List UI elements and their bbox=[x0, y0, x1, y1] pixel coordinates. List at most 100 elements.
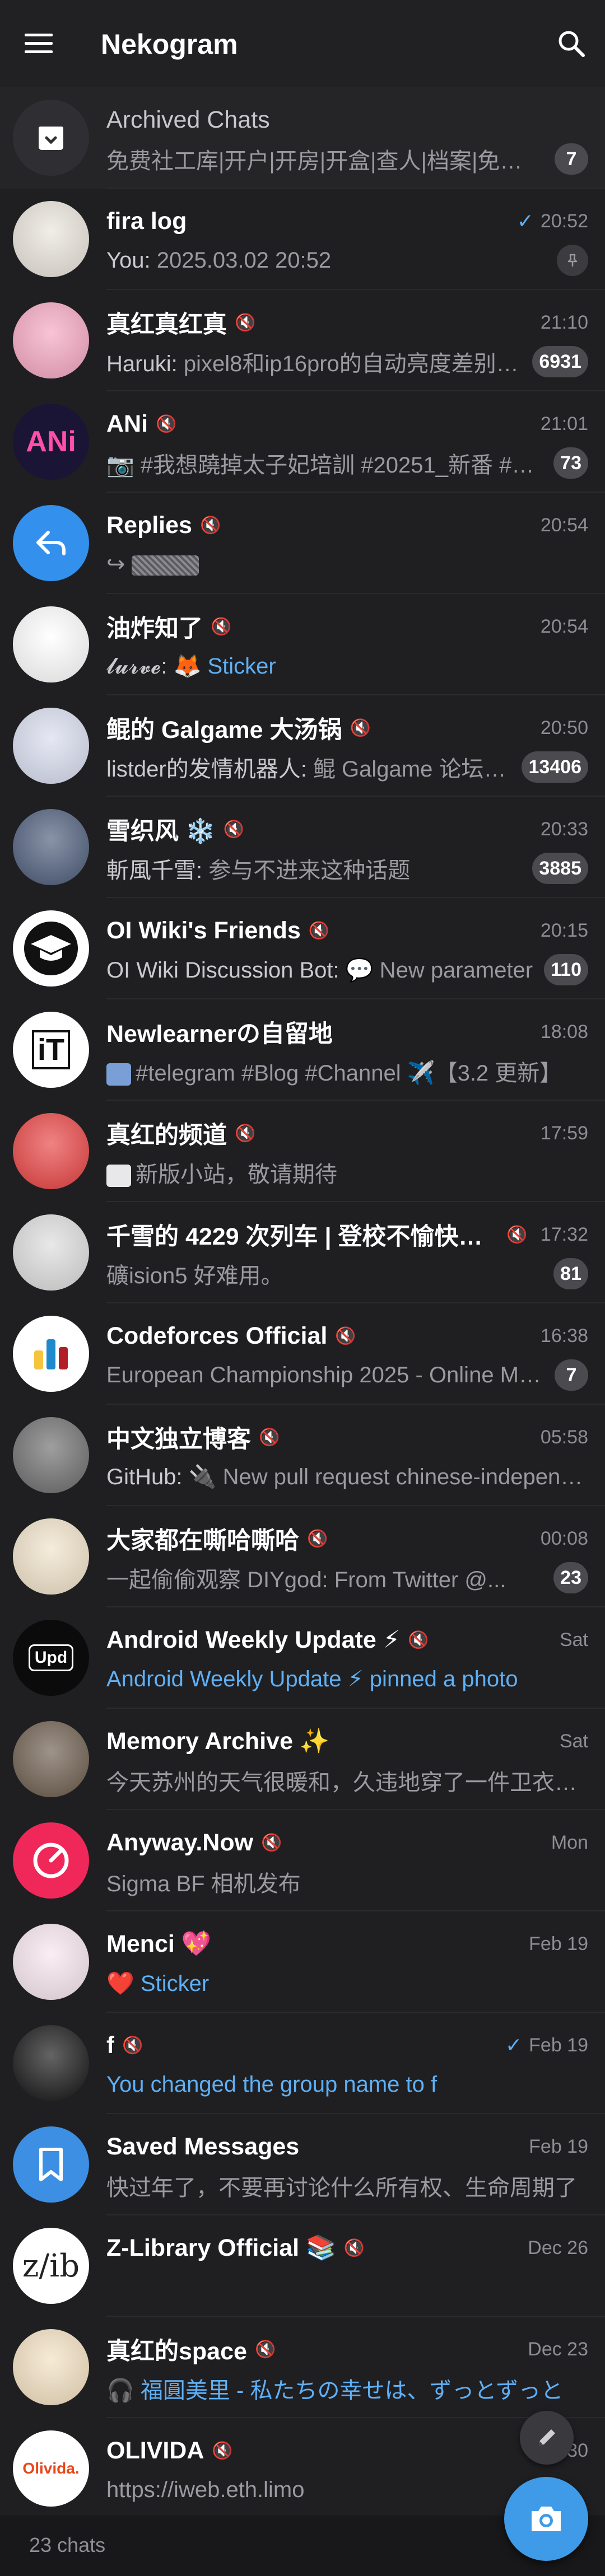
menu-button[interactable] bbox=[12, 17, 66, 71]
chat-title-line: Memory Archive ✨ Sat bbox=[106, 1726, 588, 1757]
compose-button[interactable] bbox=[520, 2411, 574, 2465]
avatar[interactable]: iT bbox=[13, 1012, 89, 1088]
chat-title-line: Archived Chats bbox=[106, 104, 588, 135]
chat-row[interactable]: 真红真红真 🔇 21:10 Haruki: pixel8和ip16pro的自动亮度差别… bbox=[0, 290, 605, 391]
mute-icon: 🔇 bbox=[254, 2340, 276, 2359]
chat-row[interactable]: f 🔇 ✓ Feb 19 You changed the group name to f bbox=[0, 2013, 605, 2114]
chat-preview: You changed the group name to f bbox=[106, 2072, 438, 2097]
chat-preview-text: 2025.03.02 20:52 bbox=[156, 247, 332, 273]
avatar[interactable] bbox=[13, 1417, 89, 1493]
avatar[interactable] bbox=[13, 910, 89, 987]
avatar[interactable] bbox=[13, 2025, 89, 2101]
chat-preview-line: 快过年了，不要再讨论什么所有权、生命周期了 bbox=[106, 2170, 588, 2201]
chat-time: ✓ Feb 19 bbox=[505, 2033, 588, 2057]
avatar[interactable] bbox=[13, 1113, 89, 1189]
avatar[interactable] bbox=[13, 100, 89, 176]
chat-preview-line: 礦ision5 好难用。 81 bbox=[106, 1258, 588, 1289]
chat-row[interactable]: 雪织风 ❄️ 🔇 20:33 斬風千雪: 参与不进来这种话题 3885 bbox=[0, 797, 605, 898]
avatar[interactable] bbox=[13, 809, 89, 885]
search-button[interactable] bbox=[544, 17, 598, 71]
chat-time: 20:50 bbox=[541, 717, 588, 739]
mute-icon: 🔇 bbox=[199, 516, 221, 535]
chat-time-text: 17:32 bbox=[540, 1223, 588, 1245]
avatar[interactable] bbox=[13, 1316, 89, 1392]
chat-time: 21:10 bbox=[541, 312, 588, 334]
avatar[interactable] bbox=[13, 302, 89, 378]
chat-sender: You: bbox=[106, 247, 157, 273]
chat-row[interactable]: 油炸知了 🔇 20:54 𝓵𝓾𝓻𝓿𝓮: 🦊 Sticker bbox=[0, 594, 605, 695]
chat-preview-line: Sigma BF 相机发布 bbox=[106, 1866, 588, 1897]
chat-title: 中文独立博客 bbox=[106, 1426, 251, 1453]
chat-time: 20:54 bbox=[541, 616, 588, 638]
chat-row[interactable]: 真红的space 🔇 Dec 23 🎧 福圓美里 - 私たちの幸せは、ずっとずっと bbox=[0, 2317, 605, 2418]
chat-row[interactable]: 真红的频道 🔇 17:59 新版小站，敬请期待 bbox=[0, 1101, 605, 1202]
chat-title: 千雪的 4229 次列车 | 登校不愉快の日々 bbox=[106, 1223, 499, 1250]
chat-time-text: 21:01 bbox=[540, 413, 588, 434]
mute-icon: 🔇 bbox=[259, 1428, 280, 1447]
chat-preview-accent: ❤️ Sticker bbox=[106, 1971, 210, 1996]
chat-time: 21:01 bbox=[541, 413, 588, 435]
archived-chats-row[interactable]: Archived Chats 免费社工库|开户|开房|开盒|查人|档案|免费社工库… bbox=[0, 87, 605, 189]
avatar[interactable] bbox=[13, 201, 89, 277]
camera-button[interactable] bbox=[504, 2477, 588, 2561]
chat-preview-line: OI Wiki Discussion Bot: 💬 New parameter 1… bbox=[106, 954, 588, 985]
chat-time: 18:08 bbox=[541, 1021, 588, 1043]
avatar[interactable] bbox=[13, 708, 89, 784]
avatar[interactable] bbox=[13, 1924, 89, 2000]
chat-title-line: Android Weekly Update ⚡ 🔇 Sat bbox=[106, 1624, 588, 1656]
avatar[interactable] bbox=[13, 2329, 89, 2405]
chat-time-text: 18:08 bbox=[540, 1021, 588, 1042]
avatar[interactable] bbox=[13, 2126, 89, 2203]
avatar[interactable] bbox=[13, 1214, 89, 1291]
chat-row[interactable]: Replies 🔇 20:54 ↪ bbox=[0, 493, 605, 594]
avatar[interactable] bbox=[13, 1518, 89, 1595]
chat-row[interactable]: 千雪的 4229 次列车 | 登校不愉快の日々 🔇 17:32 礦ision5 好难用… bbox=[0, 1202, 605, 1303]
chat-row[interactable]: 鲲的 Galgame 大汤锅 🔇 20:50 listder的发情机器人: 鲲 Gal… bbox=[0, 695, 605, 797]
chat-row[interactable]: Anyway.Now 🔇 Mon Sigma BF 相机发布 bbox=[0, 1810, 605, 1911]
chat-row[interactable]: 中文独立博客 🔇 05:58 GitHub: 🔌 New pull request c… bbox=[0, 1405, 605, 1506]
chat-row[interactable]: z/ib Z-Library Official 📚 🔇 Dec 26 bbox=[0, 2215, 605, 2317]
chat-preview-text: 礦ision5 好难用。 bbox=[106, 1264, 283, 1288]
chat-row[interactable]: Upd Android Weekly Update ⚡ 🔇 Sat Android We… bbox=[0, 1607, 605, 1709]
chat-row[interactable]: OI Wiki's Friends 🔇 20:15 OI Wiki Discussio… bbox=[0, 898, 605, 999]
chat-preview-text: 快过年了，不要再讨论什么所有权、生命周期了 bbox=[106, 2176, 577, 2200]
chat-row[interactable]: iT Newlearnerの自留地 18:08 #telegram #Blog #Ch… bbox=[0, 999, 605, 1101]
chat-title-line: Codeforces Official 🔇 16:38 bbox=[106, 1320, 588, 1352]
chat-title-line: 中文独立博客 🔇 05:58 bbox=[106, 1422, 588, 1453]
chat-row[interactable]: 大家都在嘶哈嘶哈 🔇 00:08 一起偷偷观察 DIYgod: From Twitte… bbox=[0, 1506, 605, 1607]
avatar-image bbox=[13, 606, 89, 682]
chat-row[interactable]: ANi ANi 🔇 21:01 📷 #我想蹺掉太子妃培訓 #20251_新番 #動畫 73 bbox=[0, 391, 605, 493]
chat-time-text: 20:52 bbox=[540, 210, 588, 232]
chat-time-text: 20:54 bbox=[540, 514, 588, 536]
avatar[interactable] bbox=[13, 1721, 89, 1797]
chat-row[interactable]: Memory Archive ✨ Sat 今天苏州的天气很暖和，久违地穿了一件卫衣出… bbox=[0, 1709, 605, 1810]
chat-preview-accent: 🦊 Sticker bbox=[173, 653, 276, 679]
avatar[interactable] bbox=[13, 606, 89, 682]
chat-row[interactable]: Menci 💖 Feb 19 ❤️ Sticker bbox=[0, 1911, 605, 2013]
chat-preview-line: 免费社工库|开户|开房|开盒|查人|档案|免费社工库 7 bbox=[106, 143, 588, 175]
chat-row[interactable]: fira log ✓ 20:52 You: 2025.03.02 20:52 bbox=[0, 189, 605, 290]
chat-title: Newlearnerの自留地 bbox=[106, 1021, 333, 1048]
avatar[interactable]: ANi bbox=[13, 404, 89, 480]
chat-preview-text: https://iweb.eth.limo bbox=[106, 2477, 305, 2502]
chat-preview-line: You: 2025.03.02 20:52 bbox=[106, 245, 588, 276]
chat-title-line: 油炸知了 🔇 20:54 bbox=[106, 611, 588, 642]
avatar[interactable] bbox=[13, 1822, 89, 1899]
avatar[interactable] bbox=[13, 505, 89, 581]
chat-row[interactable]: Codeforces Official 🔇 16:38 European Champi… bbox=[0, 1303, 605, 1405]
newlearner-logo: iT bbox=[32, 1030, 70, 1069]
avatar-image bbox=[13, 1417, 89, 1493]
mute-icon: 🔇 bbox=[343, 2238, 365, 2257]
chat-title: 雪织风 ❄️ bbox=[106, 818, 216, 845]
chat-title: Z-Library Official 📚 bbox=[106, 2234, 336, 2261]
chat-title: 油炸知了 bbox=[106, 615, 203, 642]
check-icon: ✓ bbox=[516, 209, 534, 232]
chat-row[interactable]: Saved Messages Feb 19 快过年了，不要再讨论什么所有权、生命周期… bbox=[0, 2114, 605, 2215]
graduation-cap-icon bbox=[24, 922, 78, 975]
avatar[interactable]: z/ib bbox=[13, 2228, 89, 2304]
chat-title-line: 千雪的 4229 次列车 | 登校不愉快の日々 🔇 17:32 bbox=[106, 1219, 588, 1250]
avatar[interactable]: Olivida. bbox=[13, 2430, 89, 2507]
chat-time: 20:54 bbox=[541, 515, 588, 536]
mute-icon: 🔇 bbox=[350, 718, 371, 737]
avatar[interactable]: Upd bbox=[13, 1620, 89, 1696]
